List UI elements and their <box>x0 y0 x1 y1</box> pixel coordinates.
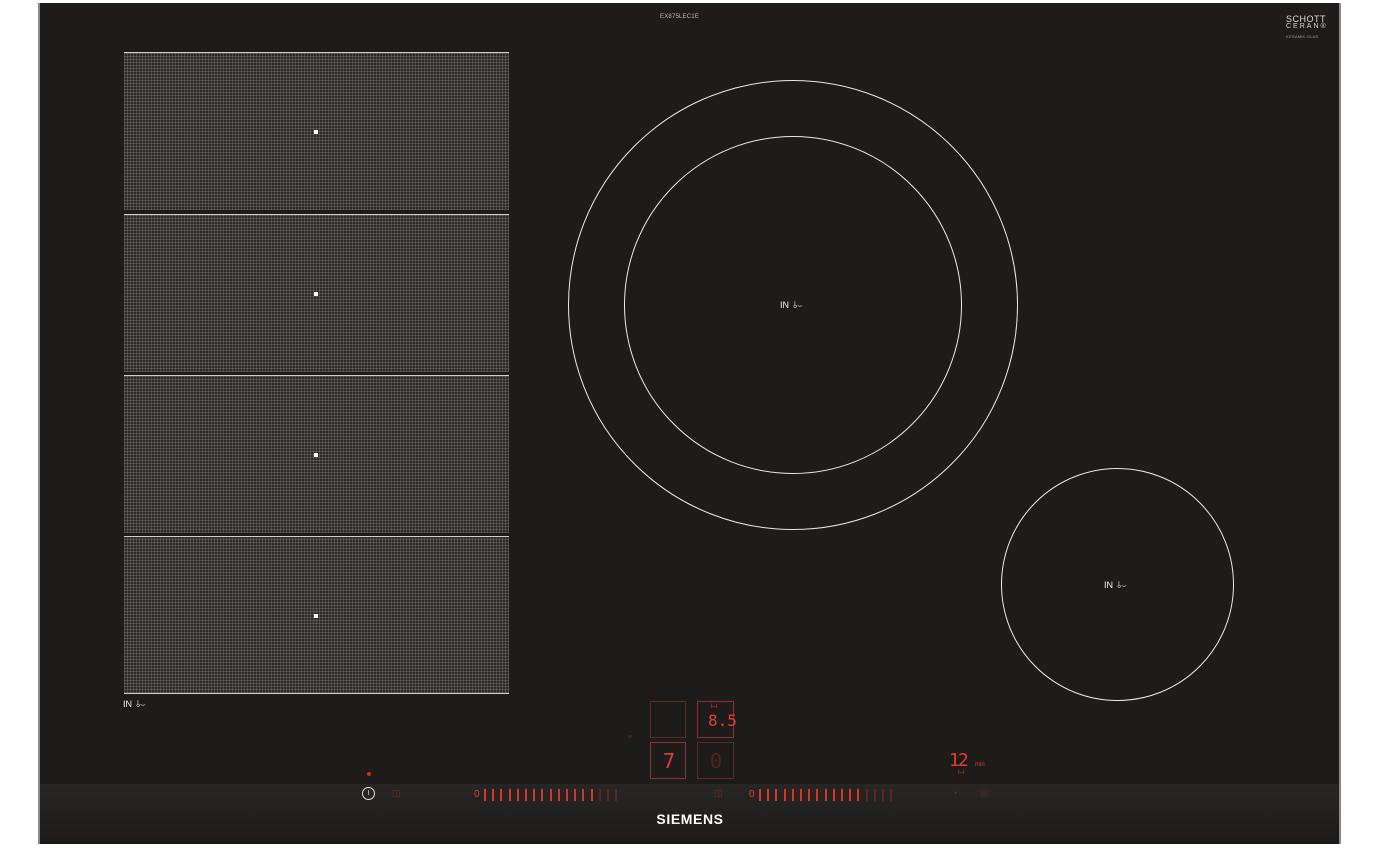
power-slider-left[interactable]: 0 <box>474 788 634 802</box>
schott-ceran-logo: SCHOTT CERAN® KERAMIK-GLAS <box>1286 14 1328 40</box>
small-zone-induction-label: IN ⫰⌣ <box>1104 580 1127 591</box>
induction-icon: ⫰⌣ <box>1117 580 1127 590</box>
slider-step[interactable] <box>857 789 860 801</box>
settings-button-icon[interactable]: ◎ <box>980 788 988 799</box>
slider-step[interactable] <box>582 789 585 801</box>
slider-step[interactable] <box>775 789 778 801</box>
slider-step[interactable] <box>590 789 593 801</box>
slider-step[interactable] <box>557 789 560 801</box>
wipe-protect-icon[interactable]: ◫ <box>392 788 401 799</box>
power-icon: I <box>367 790 370 797</box>
zone-center-marker <box>314 614 318 618</box>
slider-step[interactable] <box>516 789 519 801</box>
large-zone-induction-label: IN ⫰⌣ <box>780 300 803 311</box>
slider-step[interactable] <box>615 789 618 801</box>
induction-label-text: IN <box>1104 580 1113 590</box>
slider-step[interactable] <box>484 789 486 801</box>
induction-icon: ⫰⌣ <box>793 300 803 310</box>
zone-select-icon[interactable]: ◫ <box>714 788 723 799</box>
flex-zone-1 <box>124 52 509 210</box>
slider-step[interactable] <box>800 789 802 801</box>
flex-zone-4 <box>124 536 509 694</box>
slider-step[interactable] <box>783 789 786 801</box>
slider-step[interactable] <box>873 789 876 801</box>
timer-icon: I–I <box>958 770 965 776</box>
power-button[interactable]: I <box>362 787 375 800</box>
slider-step[interactable] <box>759 789 761 801</box>
slider-step[interactable] <box>890 789 893 801</box>
slider-step[interactable] <box>533 789 536 801</box>
display-right-bottom-value: 0 <box>710 749 723 773</box>
display-right-top-value: 8.5 <box>708 711 737 730</box>
display-right-top: I–I 8.5 <box>697 701 737 738</box>
display-left-bottom-value: 7 <box>663 749 676 773</box>
display-left-top <box>650 701 686 738</box>
display-left-bottom: 7 <box>650 742 686 779</box>
slider-step[interactable] <box>816 789 819 801</box>
flex-zone-induction-label: IN ⫰⌣ <box>123 699 146 710</box>
slider-step[interactable] <box>607 789 609 801</box>
flex-zone-3 <box>124 375 509 533</box>
slider-step[interactable] <box>500 789 503 801</box>
induction-label-text: IN <box>780 300 789 310</box>
slider-step[interactable] <box>882 789 884 801</box>
timer-display: 12 <box>949 750 969 771</box>
slider-step[interactable] <box>791 789 794 801</box>
model-code: EX875LEC1E <box>660 14 700 20</box>
timer-button-icon[interactable]: ◔ <box>952 788 957 798</box>
slider-step[interactable] <box>549 789 552 801</box>
slider-step[interactable] <box>566 789 568 801</box>
timer-unit: min <box>975 762 985 768</box>
slider-step[interactable] <box>865 789 868 801</box>
slider-step[interactable] <box>492 789 495 801</box>
slider-step[interactable] <box>525 789 527 801</box>
zone-center-marker <box>314 453 318 457</box>
power-slider-right[interactable]: 0 <box>749 788 909 802</box>
slider-step[interactable] <box>832 789 835 801</box>
display-right-bottom: 0 <box>697 742 734 779</box>
schott-logo-line1: SCHOTT <box>1286 14 1326 24</box>
slider-zero-label: 0 <box>749 789 755 800</box>
slider-step[interactable] <box>841 789 843 801</box>
slider-step[interactable] <box>508 789 511 801</box>
induction-label-text: IN <box>123 699 132 709</box>
slider-step[interactable] <box>574 789 577 801</box>
slider-step[interactable] <box>808 789 811 801</box>
slider-step[interactable] <box>767 789 770 801</box>
slider-step[interactable] <box>824 789 827 801</box>
induction-icon: ⫰⌣ <box>136 699 146 709</box>
zone-center-marker <box>314 292 318 296</box>
boost-icon: I–I <box>711 704 718 710</box>
slider-step[interactable] <box>541 789 544 801</box>
slider-zero-label: 0 <box>474 789 480 800</box>
schott-logo-line2: CERAN® <box>1286 23 1328 30</box>
slider-step[interactable] <box>598 789 601 801</box>
brand-logo: SIEMENS <box>656 811 724 827</box>
flex-zone-2 <box>124 214 509 372</box>
zone-center-marker <box>314 130 318 134</box>
slider-step[interactable] <box>849 789 852 801</box>
power-indicator-light <box>367 772 371 776</box>
schott-logo-line3: KERAMIK-GLAS <box>1286 34 1319 39</box>
menu-mark-icon: ≡ <box>628 734 633 741</box>
